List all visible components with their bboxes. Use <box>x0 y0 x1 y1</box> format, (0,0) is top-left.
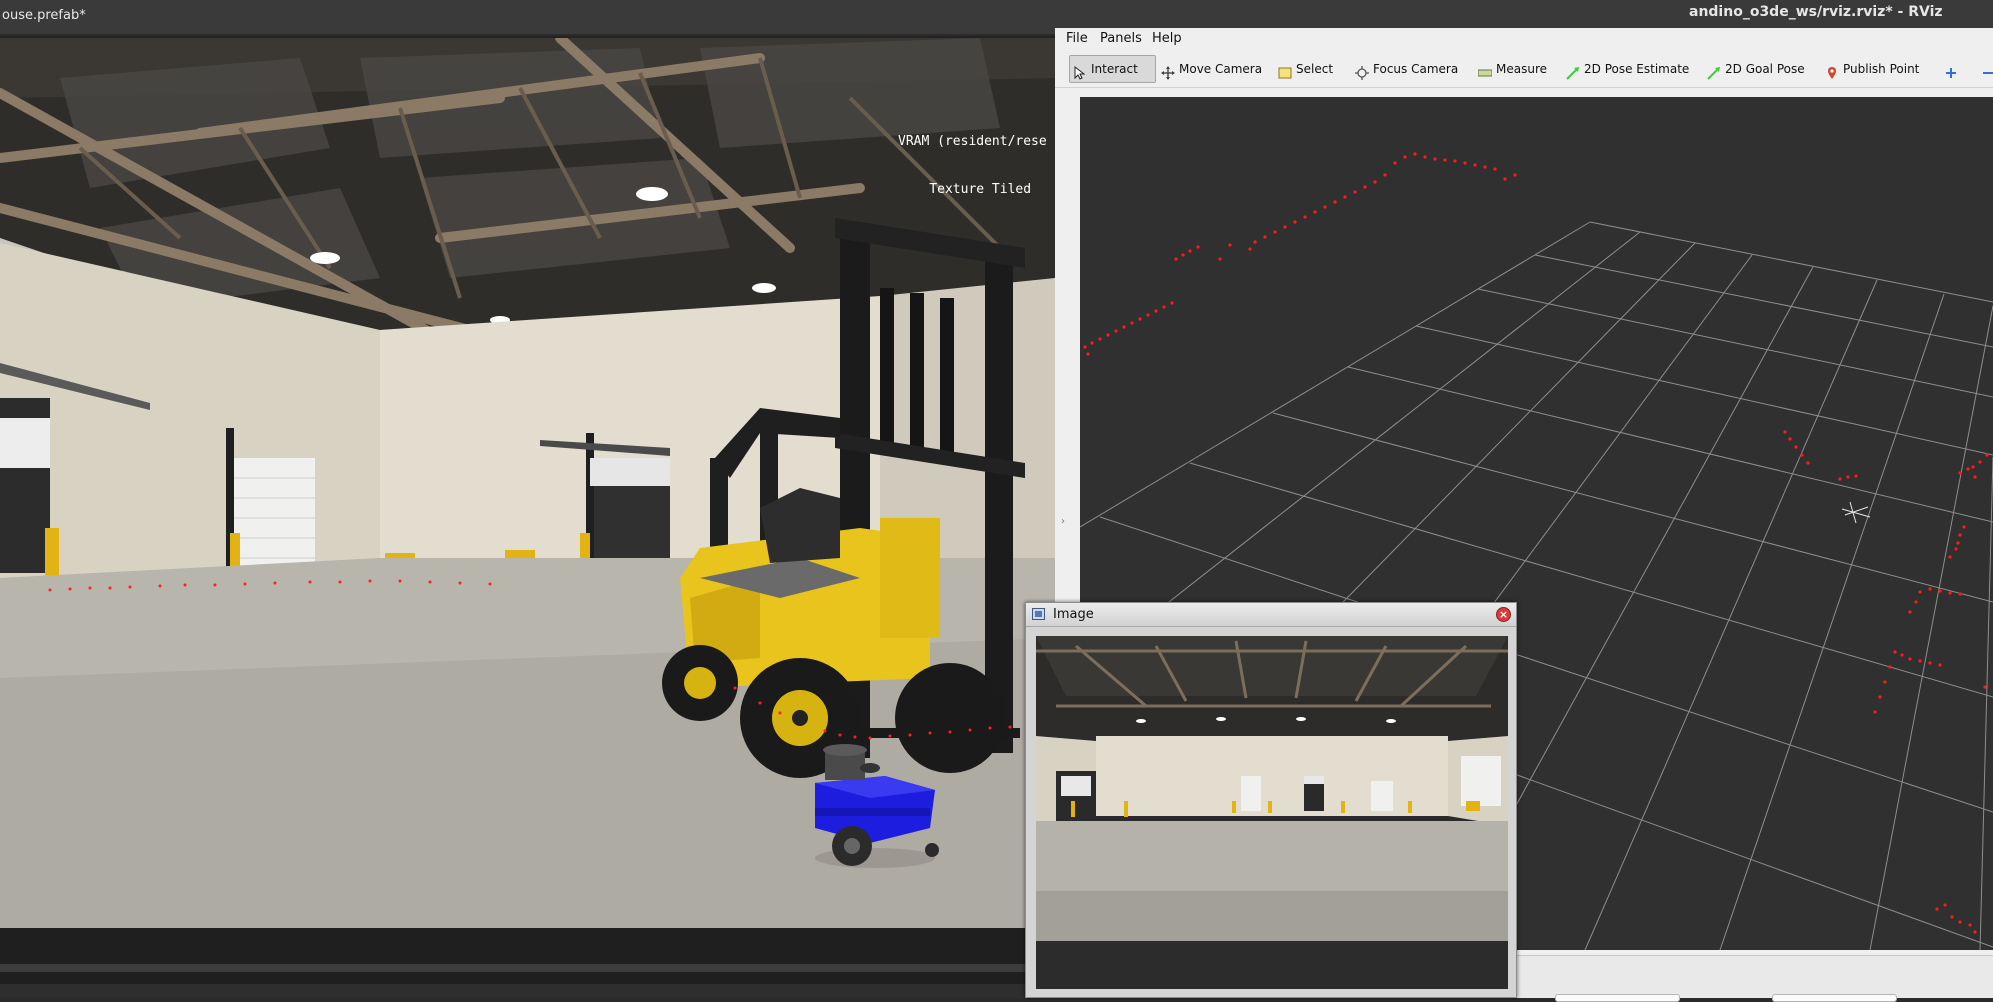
ruler-icon <box>1477 62 1493 77</box>
vram-stats-overlay: VRAM (resident/rese Texture Tiled <box>898 102 1055 230</box>
camera-image-view <box>1036 636 1508 989</box>
cursor-icon <box>1073 62 1087 80</box>
pose-arrow-icon <box>1566 62 1580 80</box>
tool-2d-goal-pose-label: 2D Goal Pose <box>1725 62 1805 76</box>
vram-stats-line1: VRAM (resident/rese <box>898 134 1047 149</box>
tool-publish-point-label: Publish Point <box>1843 62 1920 76</box>
move-camera-icon <box>1161 62 1175 80</box>
tool-2d-goal-pose[interactable]: 2D Goal Pose <box>1704 55 1808 83</box>
o3de-3d-viewport[interactable]: VRAM (resident/rese Texture Tiled <box>0 38 1055 928</box>
menu-file[interactable]: File <box>1066 31 1088 46</box>
close-icon[interactable]: × <box>1496 607 1511 622</box>
rviz-title-text: andino_o3de_ws/rviz.rviz* - RViz <box>1689 4 1943 20</box>
tool-select-label: Select <box>1296 62 1334 76</box>
image-window-title: Image <box>1053 607 1094 622</box>
tool-move-camera[interactable]: Move Camera <box>1158 55 1265 83</box>
goal-arrow-icon <box>1707 62 1721 80</box>
camera-image <box>1036 636 1508 989</box>
tool-2d-pose-estimate[interactable]: 2D Pose Estimate <box>1563 55 1692 83</box>
tool-measure[interactable]: Measure <box>1475 55 1550 83</box>
menu-panels[interactable]: Panels <box>1100 31 1142 46</box>
remove-tool-button[interactable] <box>1978 55 1993 83</box>
vram-stats-line2: Texture Tiled <box>898 182 1032 197</box>
collapse-arrow-icon[interactable]: › <box>1061 516 1065 527</box>
tool-select[interactable]: Select <box>1275 55 1336 83</box>
status-field-2[interactable] <box>1772 994 1897 1002</box>
o3de-bottom-strip-2 <box>0 984 1055 998</box>
tool-measure-label: Measure <box>1496 62 1547 76</box>
o3de-bottom-strip <box>0 964 1055 972</box>
tool-interact[interactable]: Interact <box>1069 55 1156 83</box>
image-window-titlebar[interactable]: Image × <box>1026 603 1516 627</box>
tool-focus-camera-label: Focus Camera <box>1373 62 1459 76</box>
warehouse-scene <box>0 38 1055 928</box>
rviz-toolbar: Interact Move Camera Select Focus Camera… <box>1055 51 1993 88</box>
tool-2d-pose-estimate-label: 2D Pose Estimate <box>1584 62 1690 76</box>
tool-move-camera-label: Move Camera <box>1179 62 1263 76</box>
rviz-menubar: File Panels Help <box>1055 28 1993 50</box>
map-pin-icon <box>1825 62 1839 79</box>
focus-camera-icon <box>1355 62 1369 80</box>
select-icon <box>1278 62 1292 79</box>
o3de-editor-window: ouse.prefab* VRAM (resident/rese Texture… <box>0 0 1055 998</box>
minus-icon <box>1981 62 1993 76</box>
o3de-bottom-panel <box>0 928 1055 998</box>
tool-focus-camera[interactable]: Focus Camera <box>1352 55 1461 83</box>
status-field-1[interactable] <box>1555 994 1680 1002</box>
rviz-window-title: andino_o3de_ws/rviz.rviz* - RViz <box>1055 0 1993 28</box>
menu-help[interactable]: Help <box>1152 31 1182 46</box>
add-tool-button[interactable] <box>1941 55 1961 83</box>
o3de-window-title: ouse.prefab* <box>0 0 1055 36</box>
image-viewer-window: Image × <box>1025 602 1517 998</box>
tool-publish-point[interactable]: Publish Point <box>1822 55 1922 83</box>
robot-tf-marker <box>1841 501 1871 524</box>
plus-icon <box>1944 62 1958 78</box>
image-window-icon <box>1032 608 1045 620</box>
tool-interact-label: Interact <box>1091 62 1138 76</box>
